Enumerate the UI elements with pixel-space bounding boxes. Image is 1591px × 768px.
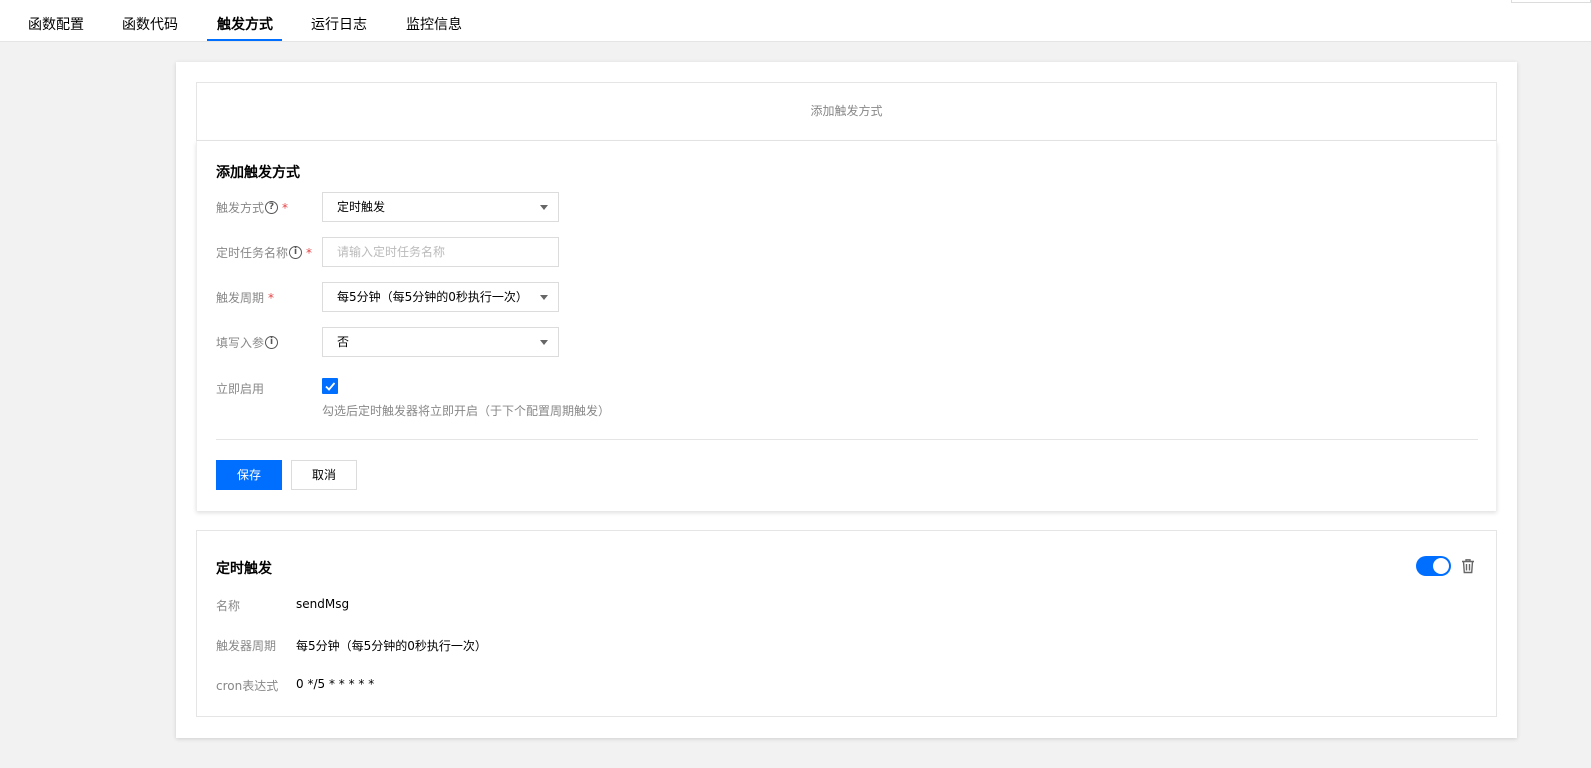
toggle-knob bbox=[1433, 558, 1449, 574]
tab-run-log[interactable]: 运行日志 bbox=[311, 0, 367, 42]
tab-function-config[interactable]: 函数配置 bbox=[28, 0, 84, 42]
period-label: 触发周期 * bbox=[216, 290, 275, 306]
info-icon[interactable]: i bbox=[265, 336, 279, 349]
task-name-label: 定时任务名称 i * bbox=[216, 245, 313, 261]
cancel-button[interactable]: 取消 bbox=[291, 460, 357, 490]
required-mark: * bbox=[282, 200, 289, 215]
form-title: 添加触发方式 bbox=[216, 165, 300, 181]
trigger-title: 定时触发 bbox=[216, 561, 272, 577]
form-divider bbox=[216, 439, 1478, 440]
active-tab-indicator bbox=[207, 39, 282, 41]
enable-hint: 勾选后定时触发器将立即开启（于下个配置周期触发） bbox=[322, 404, 611, 418]
required-mark: * bbox=[268, 290, 275, 305]
cron-value: 0 */5 * * * * * bbox=[296, 677, 375, 691]
params-select[interactable]: 否 bbox=[322, 327, 559, 357]
tab-trigger[interactable]: 触发方式 bbox=[217, 0, 273, 42]
check-icon bbox=[325, 382, 336, 391]
top-right-button[interactable] bbox=[1511, 0, 1591, 3]
add-trigger-form: 添加触发方式 触发方式 ? * 定时触发 定时任务名称 i * 请输入定时任务名… bbox=[196, 141, 1497, 511]
trigger-enable-toggle[interactable] bbox=[1416, 556, 1451, 576]
cron-label: cron表达式 bbox=[216, 679, 279, 693]
enable-checkbox[interactable] bbox=[322, 378, 338, 394]
save-button[interactable]: 保存 bbox=[216, 460, 282, 490]
chevron-down-icon bbox=[540, 205, 548, 210]
trigger-card: 定时触发 名称 sendMsg 触发器周期 每5分钟（每5分钟的0秒执行一次） … bbox=[196, 530, 1497, 717]
tab-monitor[interactable]: 监控信息 bbox=[406, 0, 462, 42]
period-value: 每5分钟（每5分钟的0秒执行一次） bbox=[296, 639, 487, 653]
params-label: 填写入参 i bbox=[216, 334, 279, 351]
add-trigger-bar[interactable]: 添加触发方式 bbox=[196, 82, 1497, 141]
enable-label: 立即启用 bbox=[216, 382, 265, 396]
task-name-input[interactable]: 请输入定时任务名称 bbox=[322, 237, 559, 267]
trash-icon[interactable] bbox=[1460, 558, 1476, 574]
period-label: 触发器周期 bbox=[216, 639, 277, 653]
trigger-panel: 添加触发方式 添加触发方式 触发方式 ? * 定时触发 定时任务名称 i * 请… bbox=[176, 62, 1517, 738]
name-label: 名称 bbox=[216, 599, 241, 613]
required-mark: * bbox=[306, 245, 313, 260]
tab-bar: 函数配置 函数代码 触发方式 运行日志 监控信息 bbox=[0, 0, 1591, 42]
info-icon[interactable]: i bbox=[289, 246, 303, 259]
period-select[interactable]: 每5分钟（每5分钟的0秒执行一次） bbox=[322, 282, 559, 312]
trigger-type-select[interactable]: 定时触发 bbox=[322, 192, 559, 222]
chevron-down-icon bbox=[540, 340, 548, 345]
help-icon[interactable]: ? bbox=[265, 201, 279, 214]
name-value: sendMsg bbox=[296, 597, 350, 611]
trigger-type-label: 触发方式 ? * bbox=[216, 200, 289, 216]
chevron-down-icon bbox=[540, 295, 548, 300]
tab-function-code[interactable]: 函数代码 bbox=[122, 0, 178, 42]
